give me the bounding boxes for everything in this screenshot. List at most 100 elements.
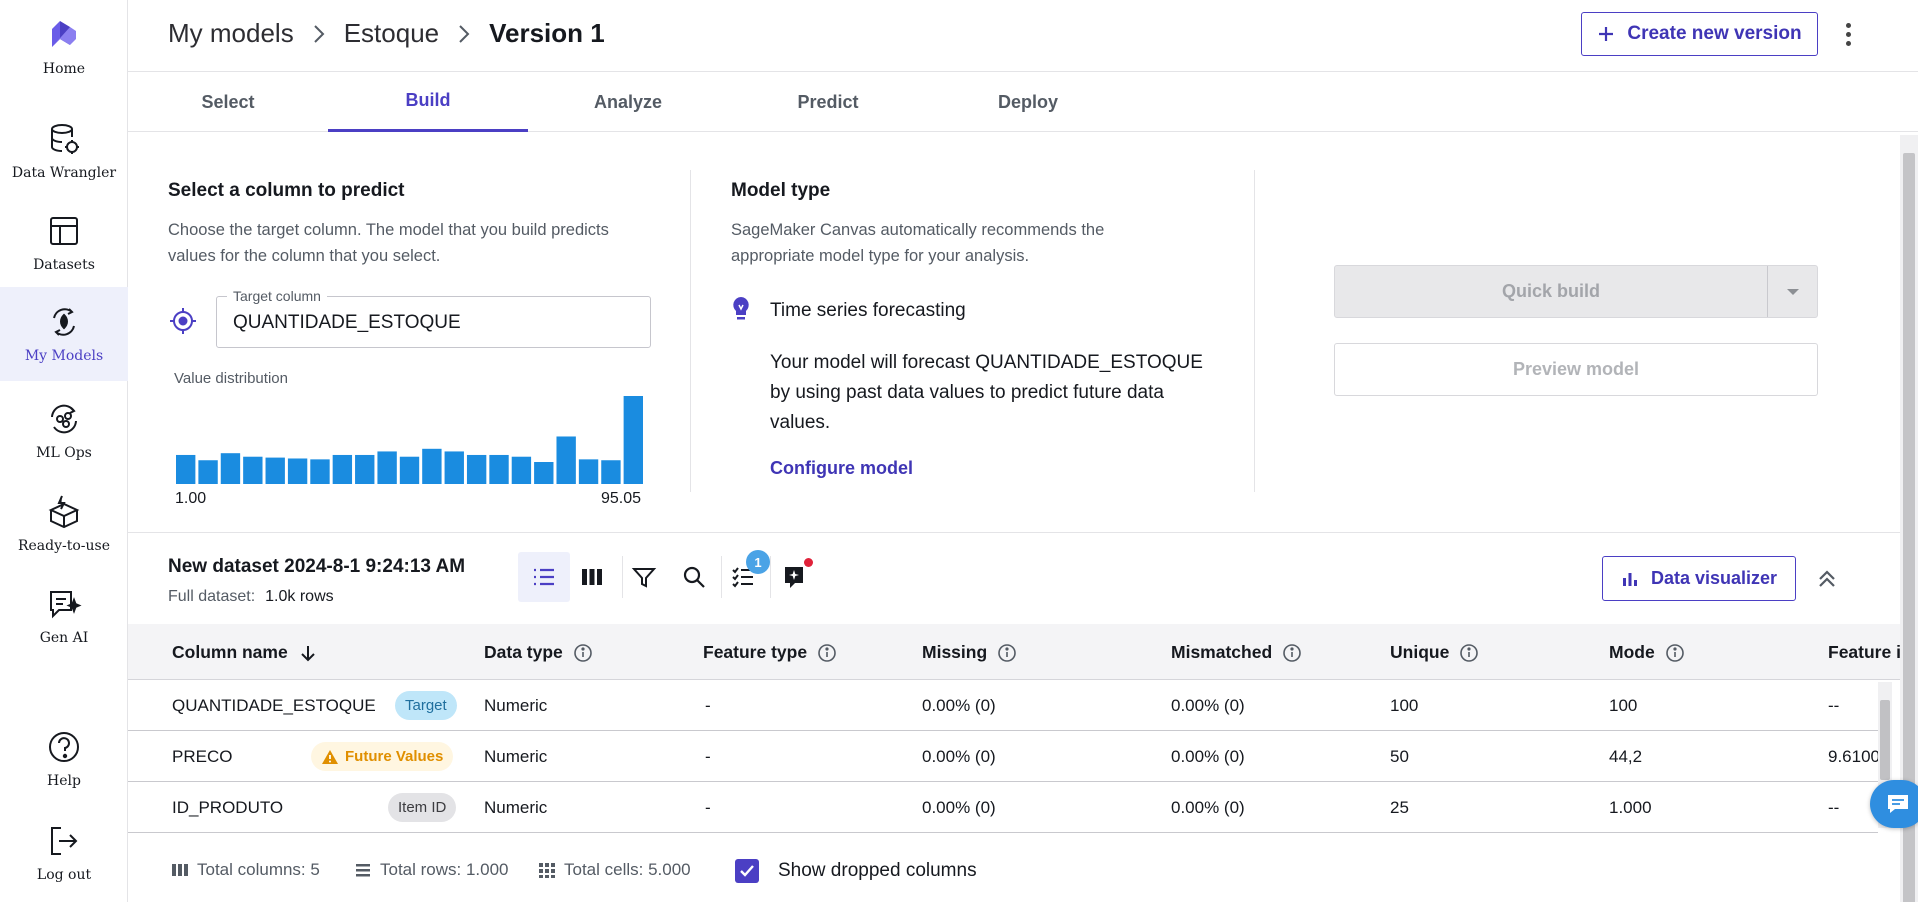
columns-icon [172,864,188,876]
nav-item-my-models[interactable]: My Models [0,287,128,381]
cell-mode: 100 [1609,696,1638,715]
info-icon[interactable] [1665,643,1685,663]
col-header-missing[interactable]: Missing [922,642,1017,663]
histogram-min-label: 1.00 [175,490,207,507]
total-cells-label: Total cells: 5.000 [564,860,691,879]
info-icon[interactable] [573,643,593,663]
table-row[interactable]: QUANTIDADE_ESTOQUE Target Numeric - 0.00… [128,680,1878,731]
logout-icon [51,827,78,855]
nav-label-datasets: Datasets [33,257,95,273]
quick-build-split-button[interactable]: Quick build [1334,265,1818,318]
breadcrumb-my-models[interactable]: My models [168,18,294,49]
cell-mismatched: 0.00% (0) [1171,696,1245,715]
list-view-button[interactable] [518,552,570,602]
show-dropped-columns-label[interactable]: Show dropped columns [778,860,977,882]
cells-grid-icon [539,863,555,878]
histogram-bar [377,451,397,484]
histogram-bar [310,459,330,484]
info-icon[interactable] [817,643,837,663]
insights-sparkle-icon [785,567,803,588]
histogram-bar [556,436,576,484]
section-divider [128,532,1900,533]
create-new-version-button[interactable]: Create new version [1581,12,1818,56]
collapse-double-chevron-icon[interactable] [1812,564,1842,594]
histogram-bar [198,460,218,484]
my-models-icon [53,308,75,336]
col-header-feature-importance[interactable]: Feature i [1828,642,1901,663]
table-scrollbar-thumb[interactable] [1880,700,1890,780]
target-column-value[interactable]: QUANTIDADE_ESTOQUE [233,312,633,334]
nav-item-ready-to-use[interactable]: Ready-to-use [0,477,128,571]
nav-label-ml-ops: ML Ops [36,445,92,461]
cell-mode: 44,2 [1609,747,1643,766]
cell-unique: 50 [1390,747,1409,766]
quick-build-button[interactable]: Quick build [1335,266,1768,317]
cell-feature: -- [1828,696,1840,715]
panel-divider [690,170,691,492]
histogram-bar [176,454,196,484]
nav-item-ml-ops[interactable]: ML Ops [0,384,128,478]
nav-label-logout: Log out [36,867,92,883]
cell-data-type: Numeric [484,696,548,715]
info-icon[interactable] [997,643,1017,663]
cell-mismatched: 0.00% (0) [1171,798,1245,817]
grid-view-button[interactable] [566,552,618,602]
tab-predict[interactable]: Predict [728,72,928,132]
col-header-column-name[interactable]: Column name [172,642,318,663]
full-dataset-label: Full dataset: [168,588,256,605]
preview-model-button[interactable]: Preview model [1334,343,1818,396]
value-distribution-label: Value distribution [174,370,288,387]
tab-deploy[interactable]: Deploy [928,72,1128,132]
tab-analyze[interactable]: Analyze [528,72,728,132]
col-header-feature-type[interactable]: Feature type [703,642,837,663]
cell-column-name: PRECO [172,747,233,766]
tab-build[interactable]: Build [328,72,528,132]
configure-model-link[interactable]: Configure model [770,458,913,479]
col-header-label: Unique [1390,642,1450,662]
build-options-dropdown[interactable] [1769,266,1817,317]
col-header-mode[interactable]: Mode [1609,642,1685,663]
nav-item-help[interactable]: Help [0,712,128,806]
breadcrumb-estoque[interactable]: Estoque [344,18,439,49]
histogram-bar [578,459,599,484]
info-icon[interactable] [1282,643,1302,663]
histogram-bar [332,454,353,484]
notification-badge: 1 [746,550,770,574]
nav-item-datasets[interactable]: Datasets [0,196,128,290]
chat-button[interactable] [1870,780,1918,828]
future-values-label: Future Values [345,748,444,765]
new-insight-dot [804,558,813,567]
cell-feature-type: - [705,798,711,817]
show-dropped-columns-checkbox[interactable] [735,859,759,883]
panel-divider [1254,170,1255,492]
histogram-bar [422,448,442,484]
histogram-bar [489,454,509,484]
cell-mismatched: 0.00% (0) [1171,747,1245,766]
info-icon[interactable] [1459,643,1479,663]
histogram-bar [601,460,621,484]
col-header-label: Feature i [1828,642,1901,662]
ml-ops-icon [51,404,77,434]
more-options-icon[interactable] [1836,18,1860,50]
cell-unique: 100 [1390,696,1419,715]
table-row[interactable]: PRECO Future Values Numeric - 0.00% (0) … [128,731,1878,782]
nav-item-logout[interactable]: Log out [0,806,128,900]
nav-item-home[interactable]: Home [0,0,128,94]
cell-data-type: Numeric [484,798,548,817]
breadcrumb-version: Version 1 [489,18,605,48]
col-header-data-type[interactable]: Data type [484,642,593,663]
search-button[interactable] [668,552,720,602]
tab-select[interactable]: Select [128,72,328,132]
cell-feature: -- [1828,798,1840,817]
target-column-field[interactable]: Target column QUANTIDADE_ESTOQUE [216,288,651,348]
nav-item-gen-ai[interactable]: Gen AI [0,569,128,663]
home-logo-icon [52,21,76,47]
histogram-bar [511,456,532,484]
value-distribution-histogram [176,396,643,484]
col-header-mismatched[interactable]: Mismatched [1171,642,1302,663]
filter-button[interactable] [618,552,670,602]
col-header-unique[interactable]: Unique [1390,642,1479,663]
data-visualizer-button[interactable]: Data visualizer [1602,556,1796,601]
nav-item-data-wrangler[interactable]: Data Wrangler [0,104,128,198]
table-row[interactable]: ID_PRODUTO Item ID Numeric - 0.00% (0) 0… [128,782,1878,833]
